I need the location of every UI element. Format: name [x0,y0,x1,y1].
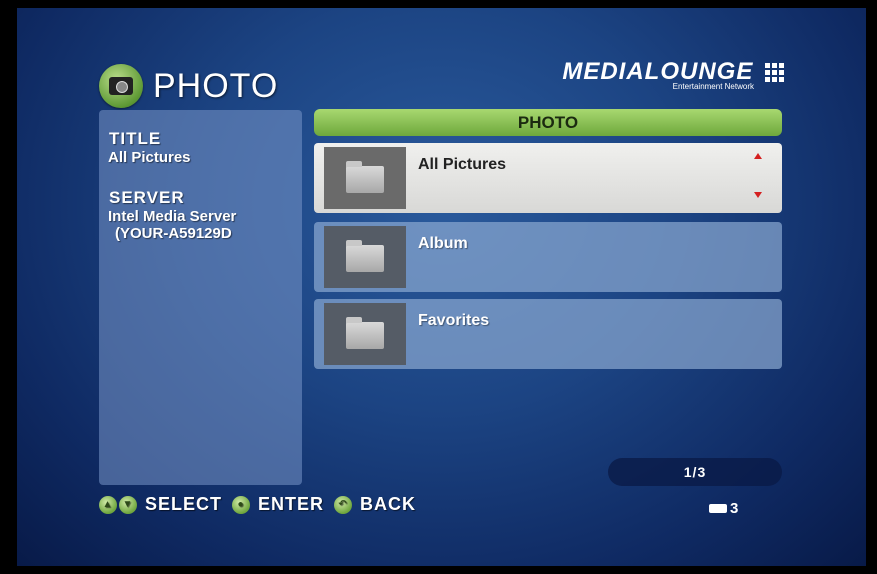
list-item-album[interactable]: Album [314,222,782,292]
server-host: (YOUR-A59129D [115,225,232,242]
list-item-label: Favorites [418,312,490,329]
thumbnail [324,303,406,365]
brand-name: MEDIALOUNGE [562,58,754,85]
back-button-icon: ↶ [334,495,353,514]
thumbnail [324,147,406,209]
list-header: PHOTO [314,109,782,136]
folder-icon [346,240,384,272]
back-hint: ↶ BACK [334,494,416,515]
down-arrow-icon [754,192,762,198]
list-item-all-pictures[interactable]: All Pictures [314,143,782,213]
list-item-favorites[interactable]: Favorites [314,299,782,369]
page-header: PHOTO [99,64,278,108]
memory-card-icon [709,504,727,513]
button-hints: ▲ ▼ SELECT ● ENTER ↶ BACK [99,494,426,515]
enter-button-icon: ● [232,495,251,514]
folder-icon [346,161,384,193]
back-label: BACK [360,494,417,514]
page-indicator: 1/3 [608,458,782,486]
thumbnail [324,226,406,288]
down-button-icon: ▼ [119,495,137,514]
select-label: SELECT [145,494,223,514]
folder-icon [346,317,384,349]
enter-hint: ● ENTER [232,494,324,515]
card-count: 3 [730,500,739,517]
enter-label: ENTER [258,494,325,514]
info-panel: TITLE All Pictures SERVER Intel Media Se… [99,110,302,485]
brand-dots-icon [765,63,784,83]
card-indicator: 3 [709,500,738,517]
server-name: Intel Media Server [108,208,237,225]
page-title: PHOTO [153,66,279,105]
up-arrow-icon [754,153,762,159]
list-item-label: All Pictures [418,156,507,173]
select-hint: ▲ ▼ SELECT [99,494,222,515]
server-label: SERVER [109,188,185,207]
title-label: TITLE [109,129,162,148]
list-item-label: Album [418,235,468,252]
brand-logo: MEDIALOUNGE Entertainment Network [562,58,784,91]
camera-icon [99,64,143,108]
up-button-icon: ▲ [99,495,117,514]
title-value: All Pictures [108,149,191,166]
screen: PHOTO MEDIALOUNGE Entertainment Network … [17,8,866,566]
